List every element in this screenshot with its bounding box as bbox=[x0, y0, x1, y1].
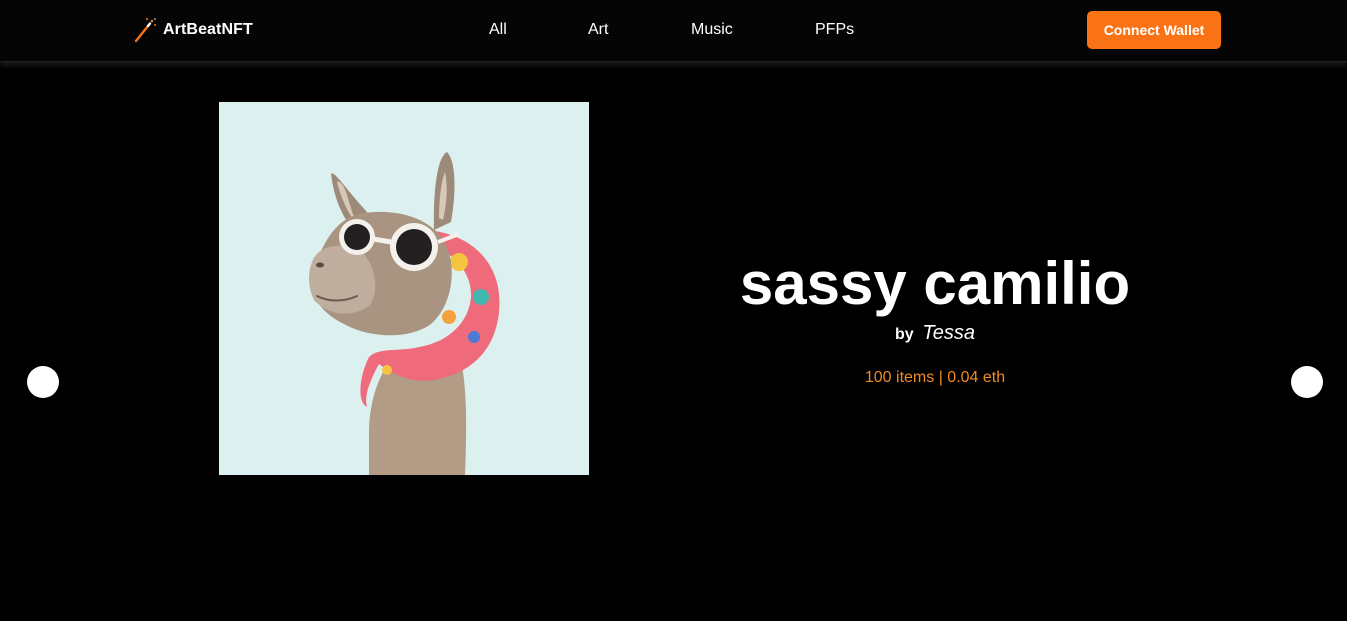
brand-name: ArtBeatNFT bbox=[163, 21, 253, 38]
collection-stats: 100 items | 0.04 eth bbox=[864, 369, 1006, 386]
llama-artwork bbox=[219, 102, 589, 475]
collection-title: sassy camilio bbox=[739, 250, 1131, 317]
top-navbar: ArtBeatNFT All Art Music PFPs Connect Wa… bbox=[0, 0, 1347, 62]
nav-link-all[interactable]: All bbox=[489, 21, 507, 39]
collection-info: sassy camilio by Tessa 100 items | 0.04 … bbox=[700, 248, 1170, 387]
byline: by Tessa bbox=[700, 322, 1170, 345]
nav-link-pfps[interactable]: PFPs bbox=[815, 21, 854, 39]
nav-link-art[interactable]: Art bbox=[588, 21, 608, 39]
magic-wand-icon bbox=[134, 18, 156, 43]
featured-artwork[interactable] bbox=[219, 102, 589, 475]
nav-link-music[interactable]: Music bbox=[691, 21, 733, 39]
next-dot-icon[interactable] bbox=[1291, 366, 1323, 398]
connect-wallet-button[interactable]: Connect Wallet bbox=[1087, 11, 1221, 49]
previous-dot-icon[interactable] bbox=[27, 366, 59, 398]
artist-name[interactable]: Tessa bbox=[922, 322, 975, 344]
brand-logo[interactable]: ArtBeatNFT bbox=[133, 17, 253, 43]
by-label: by bbox=[894, 326, 914, 343]
